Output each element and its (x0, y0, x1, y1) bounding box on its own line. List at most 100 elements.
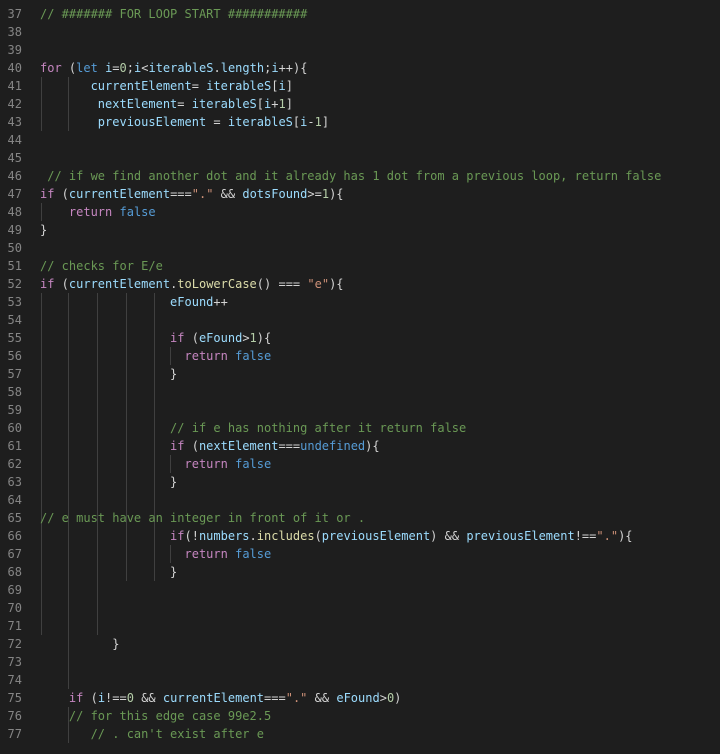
line-number: 75 (7, 691, 22, 705)
code-token-comment: // ####### FOR LOOP START ########### (40, 7, 308, 21)
line-number: 39 (7, 43, 22, 57)
code-token-variable: nextElement (97, 97, 178, 111)
code-line[interactable]: 64 (0, 491, 720, 509)
code-line[interactable]: 75 if (i!==0 && currentElement==="." && … (0, 689, 720, 707)
code-line[interactable]: 57 } (0, 365, 720, 383)
code-line[interactable]: 56 return false (0, 347, 720, 365)
code-line[interactable]: 39 (0, 41, 720, 59)
code-line[interactable]: 77 // . can't exist after e (0, 725, 720, 743)
code-line[interactable]: 58 (0, 383, 720, 401)
line-number: 61 (7, 439, 22, 453)
code-line[interactable]: 55 if (eFound>1){ (0, 329, 720, 347)
code-line[interactable]: 47 if (currentElement==="." && dotsFound>… (0, 185, 720, 203)
line-number: 47 (7, 187, 22, 201)
line-number: 64 (7, 493, 22, 507)
code-token-operator: > (379, 691, 387, 705)
code-line[interactable]: 38 (0, 23, 720, 41)
code-token-punct: ( (184, 439, 199, 453)
code-line[interactable]: 69 (0, 581, 720, 599)
code-line[interactable]: 65 // e must have an integer in front of … (0, 509, 720, 527)
code-token-storage: let (76, 61, 98, 75)
line-number: 60 (7, 421, 22, 435)
code-line[interactable]: 52 if (currentElement.toLowerCase() === "… (0, 275, 720, 293)
code-line[interactable]: 37 // ####### FOR LOOP START ########### (0, 5, 720, 23)
code-token-number: 1 (249, 331, 257, 345)
code-line[interactable]: 60 // if e has nothing after it return f… (0, 419, 720, 437)
code-token-keyword: if (170, 529, 185, 543)
code-line[interactable]: 63 } (0, 473, 720, 491)
code-token-punct: ( (314, 529, 322, 543)
code-line[interactable]: 59 (0, 401, 720, 419)
line-number: 55 (7, 331, 22, 345)
line-number: 57 (7, 367, 22, 381)
line-number: 43 (7, 115, 22, 129)
code-line[interactable]: 44 (0, 131, 720, 149)
code-token-operator: >= (307, 187, 322, 201)
line-code: } (40, 563, 177, 581)
line-number: 58 (7, 385, 22, 399)
code-line[interactable]: 61 if (nextElement===undefined){ (0, 437, 720, 455)
line-number: 74 (7, 673, 22, 687)
line-number: 42 (7, 97, 22, 111)
code-line[interactable]: 45 (0, 149, 720, 167)
line-code: if (eFound>1){ (40, 329, 271, 347)
code-token-punct: ){ (293, 61, 308, 75)
code-token-variable: i (271, 61, 279, 75)
code-line[interactable]: 68 } (0, 563, 720, 581)
line-number: 52 (7, 277, 22, 291)
code-line[interactable]: 62 return false (0, 455, 720, 473)
code-line[interactable]: 70 (0, 599, 720, 617)
code-line[interactable]: 51 // checks for E/e (0, 257, 720, 275)
line-code: currentElement= iterableS[i] (40, 77, 293, 95)
code-line[interactable]: 54 (0, 311, 720, 329)
code-line[interactable]: 73 (0, 653, 720, 671)
code-token-punct: ( (83, 691, 98, 705)
line-number: 48 (7, 205, 22, 219)
line-number: 67 (7, 547, 22, 561)
line-number: 70 (7, 601, 22, 615)
code-line[interactable]: 40 for (let i=0;i<iterableS.length;i++){ (0, 59, 720, 77)
code-line[interactable]: 41 currentElement= iterableS[i] (0, 77, 720, 95)
code-token-operator: ++ (213, 295, 228, 309)
code-line[interactable]: 74 (0, 671, 720, 689)
line-number: 44 (7, 133, 22, 147)
code-line[interactable]: 71 (0, 617, 720, 635)
code-line[interactable]: 66 if(!numbers.includes(previousElement)… (0, 527, 720, 545)
code-token-constant: false (235, 547, 272, 561)
code-token-variable: length (220, 61, 265, 75)
line-number: 63 (7, 475, 22, 489)
line-number: 41 (7, 79, 22, 93)
line-number: 59 (7, 403, 22, 417)
code-editor[interactable]: 37// ####### FOR LOOP START ########### 3… (0, 0, 720, 754)
code-token-punct: } (40, 223, 48, 237)
code-token-variable: iterableS (227, 115, 293, 129)
code-line[interactable]: 53 eFound++ (0, 293, 720, 311)
line-number: 40 (7, 61, 22, 75)
code-line[interactable]: 49} (0, 221, 720, 239)
code-token-punct: } (170, 475, 178, 489)
code-line[interactable]: 48 return false (0, 203, 720, 221)
code-line[interactable]: 72 } (0, 635, 720, 653)
code-token-punct: ){ (256, 331, 272, 345)
code-line[interactable]: 76 // for this edge case 99e2.5 (0, 707, 720, 725)
code-token-constant: false (119, 205, 156, 219)
code-line[interactable]: 46 // if we find another dot and it alre… (0, 167, 720, 185)
code-line[interactable]: 42 nextElement= iterableS[i+1] (0, 95, 720, 113)
code-token-keyword: if (40, 277, 55, 291)
code-token-comment: // checks for E/e (40, 259, 163, 273)
code-token-punct: . (213, 61, 221, 75)
code-line[interactable]: 67 return false (0, 545, 720, 563)
code-line[interactable]: 43 previousElement = iterableS[i-1] (0, 113, 720, 131)
line-code: } (40, 473, 177, 491)
code-line[interactable]: 50 (0, 239, 720, 257)
